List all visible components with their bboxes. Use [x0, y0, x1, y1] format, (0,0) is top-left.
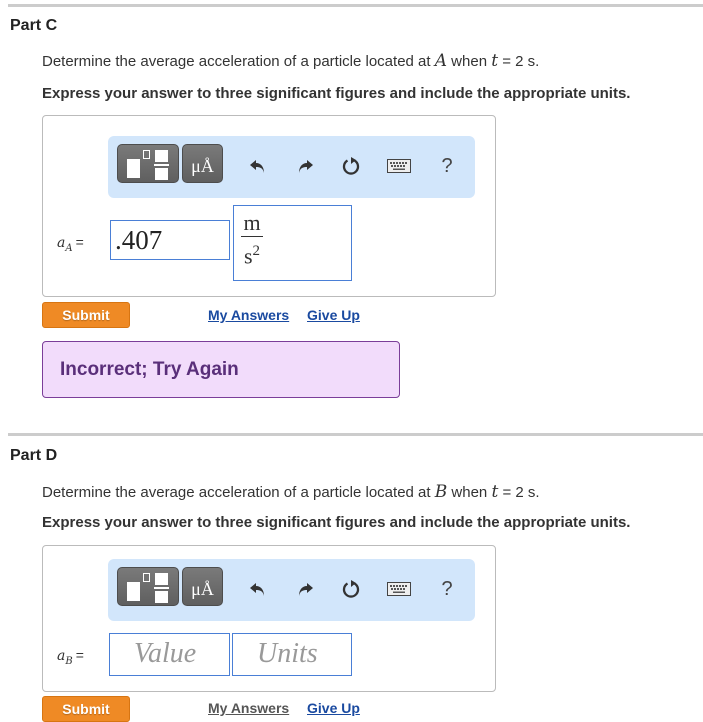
templates-button[interactable]	[117, 567, 179, 606]
equals-sign: =	[75, 647, 84, 663]
answer-label: aA =	[57, 234, 84, 254]
reset-button[interactable]	[337, 575, 365, 603]
feedback-text: Incorrect; Try Again	[60, 359, 239, 380]
undo-button[interactable]	[244, 575, 272, 603]
keyboard-button[interactable]	[385, 152, 413, 180]
part-c-submit-button[interactable]: Submit	[42, 302, 130, 328]
part-d-give-up-link[interactable]: Give Up	[307, 700, 360, 716]
math-toolbar: μÅ ?	[108, 559, 475, 621]
part-c-title: Part C	[10, 17, 58, 34]
question-text: when	[447, 484, 492, 501]
denominator-base: s	[243, 243, 253, 269]
reset-icon	[342, 580, 360, 598]
keyboard-icon	[387, 159, 411, 173]
redo-icon	[299, 160, 313, 173]
undo-icon	[250, 160, 264, 173]
units-numerator: m	[243, 210, 261, 235]
value-input[interactable]: Value	[109, 633, 230, 676]
redo-button[interactable]	[291, 575, 319, 603]
reset-button[interactable]	[337, 152, 365, 180]
keyboard-icon	[387, 582, 411, 596]
units-button[interactable]: μÅ	[182, 144, 223, 183]
answer-label: aB =	[57, 647, 84, 667]
question-text: = 2 s.	[498, 484, 540, 501]
units-fraction: m s2	[241, 212, 263, 268]
value-placeholder: Value	[134, 638, 197, 669]
question-text: Determine the average acceleration of a …	[42, 484, 435, 501]
redo-button[interactable]	[291, 152, 319, 180]
units-input[interactable]: Units	[232, 633, 352, 676]
answer-subscript: A	[65, 242, 73, 254]
units-button[interactable]: μÅ	[182, 567, 223, 606]
part-c-divider	[8, 4, 703, 7]
part-c-feedback: Incorrect; Try Again	[42, 341, 400, 398]
denominator-exponent: 2	[252, 243, 261, 259]
answer-subscript: B	[65, 655, 73, 667]
part-c-instruction: Express your answer to three significant…	[42, 85, 631, 102]
part-c-my-answers-link[interactable]: My Answers	[208, 307, 289, 323]
question-text: Determine the average acceleration of a …	[42, 53, 435, 70]
equals-sign: =	[75, 234, 84, 250]
question-text: = 2 s.	[498, 53, 540, 70]
part-d-answer-box: μÅ ? aB = Value Units	[42, 545, 496, 692]
fraction-bar	[241, 236, 263, 237]
part-c-give-up-link[interactable]: Give Up	[307, 307, 360, 323]
help-button[interactable]: ?	[433, 575, 461, 603]
help-button[interactable]: ?	[433, 152, 461, 180]
undo-button[interactable]	[244, 152, 272, 180]
templates-button[interactable]	[117, 144, 179, 183]
undo-icon	[250, 583, 264, 596]
math-toolbar: μÅ ?	[108, 136, 475, 198]
point-symbol: A	[434, 51, 448, 71]
reset-icon	[342, 157, 360, 175]
value-input[interactable]: .407	[110, 220, 230, 260]
part-c-answer-box: μÅ ? aA = .407 m s2	[42, 115, 496, 297]
point-symbol: B	[434, 482, 448, 502]
part-d-question: Determine the average acceleration of a …	[42, 482, 540, 502]
units-placeholder: Units	[257, 638, 318, 669]
redo-icon	[299, 583, 313, 596]
part-d-my-answers-link[interactable]: My Answers	[208, 700, 289, 716]
units-input[interactable]: m s2	[233, 205, 352, 281]
part-d-title: Part D	[10, 447, 58, 464]
part-d-instruction: Express your answer to three significant…	[42, 514, 631, 531]
keyboard-button[interactable]	[385, 575, 413, 603]
part-d-divider	[8, 433, 703, 436]
units-denominator: s2	[241, 239, 263, 268]
part-c-question: Determine the average acceleration of a …	[42, 51, 539, 71]
question-text: when	[447, 53, 492, 70]
part-d-submit-button[interactable]: Submit	[42, 696, 130, 722]
